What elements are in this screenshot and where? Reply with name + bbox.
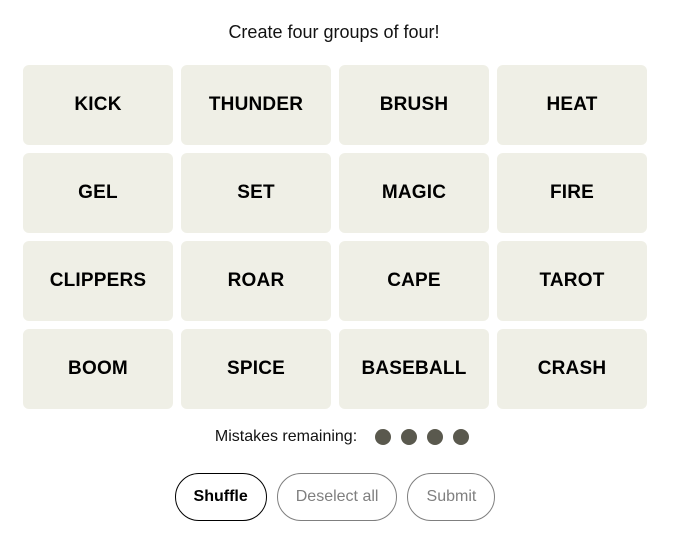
word-tile[interactable]: BRUSH <box>339 65 489 145</box>
word-tile[interactable]: BASEBALL <box>339 329 489 409</box>
word-tile[interactable]: FIRE <box>497 153 647 233</box>
word-tile[interactable]: KICK <box>23 65 173 145</box>
mistakes-remaining: Mistakes remaining: <box>0 428 684 446</box>
word-tile[interactable]: SET <box>181 153 331 233</box>
mistake-dot <box>375 429 392 445</box>
submit-button[interactable]: Submit <box>407 473 496 521</box>
word-tile[interactable]: MAGIC <box>339 153 489 233</box>
mistake-dot <box>427 429 444 445</box>
mistake-dot <box>453 429 470 445</box>
deselect-all-button[interactable]: Deselect all <box>276 473 398 521</box>
word-tile[interactable]: ROAR <box>181 241 331 321</box>
word-tile[interactable]: SPICE <box>181 329 331 409</box>
word-tile[interactable]: CAPE <box>339 241 489 321</box>
mistakes-label: Mistakes remaining: <box>214 428 358 445</box>
word-grid: KICK THUNDER BRUSH HEAT GEL SET MAGIC FI… <box>23 65 647 409</box>
word-tile[interactable]: TAROT <box>497 241 647 321</box>
mistake-dot <box>401 429 418 445</box>
word-tile[interactable]: BOOM <box>23 329 173 409</box>
shuffle-button[interactable]: Shuffle <box>174 473 267 521</box>
mistake-dots <box>375 429 470 445</box>
word-tile[interactable]: GEL <box>23 153 173 233</box>
controls-bar: Shuffle Deselect all Submit <box>0 473 670 521</box>
instructions-text: Create four groups of four! <box>228 22 440 42</box>
word-tile[interactable]: THUNDER <box>181 65 331 145</box>
word-tile[interactable]: HEAT <box>497 65 647 145</box>
word-tile[interactable]: CLIPPERS <box>23 241 173 321</box>
word-tile[interactable]: CRASH <box>497 329 647 409</box>
